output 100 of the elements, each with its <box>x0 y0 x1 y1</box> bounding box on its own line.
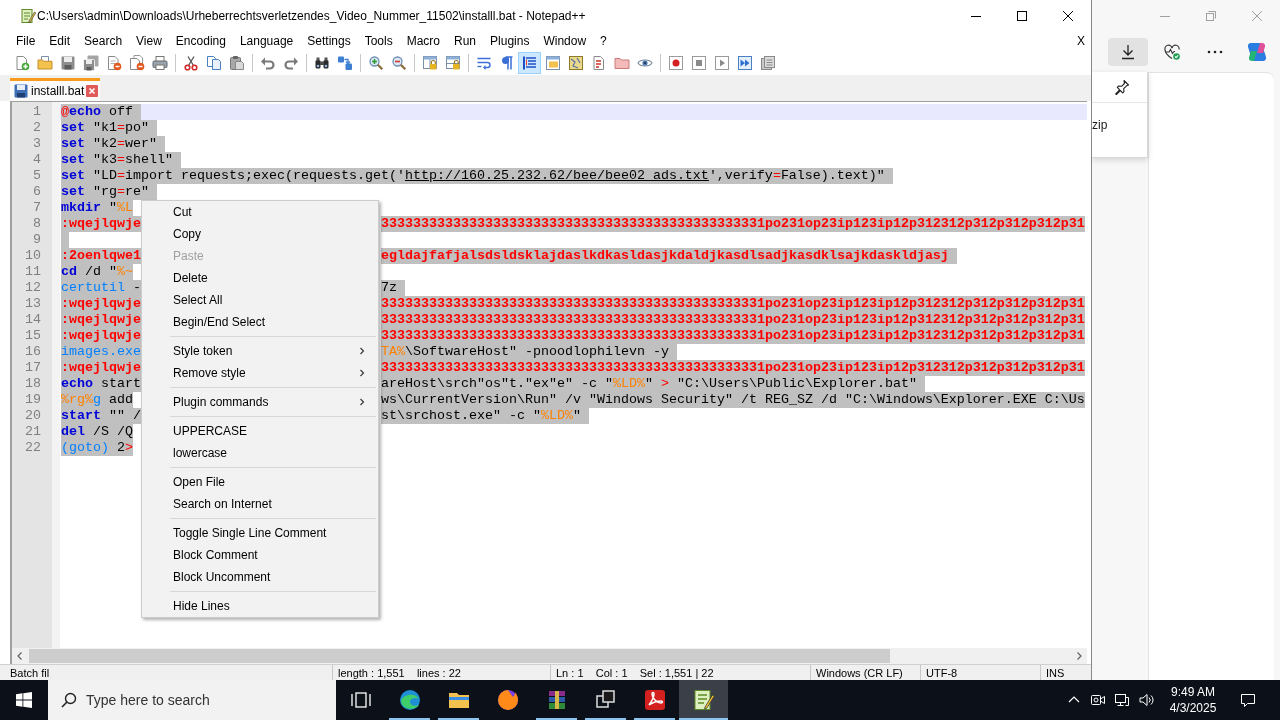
menu-item[interactable]: Style token <box>142 340 378 362</box>
menu-item[interactable]: Plugin commands <box>142 391 378 413</box>
redo-icon <box>282 55 299 71</box>
line-number: 22 <box>24 440 42 456</box>
running-indicator <box>389 718 430 720</box>
menu-item[interactable]: Delete <box>142 267 378 289</box>
line-number: 21 <box>24 424 42 440</box>
line-number: 2 <box>32 120 42 136</box>
notepad-icon <box>20 7 36 24</box>
menu-item[interactable]: Search on Internet <box>142 493 378 515</box>
taskbar-button[interactable] <box>679 680 728 720</box>
clock-time[interactable]: 9:49 AM <box>1171 684 1215 700</box>
record-icon <box>667 55 684 71</box>
menu-item[interactable]: Toggle Single Line Comment <box>142 522 378 544</box>
line-number: 10 <box>24 248 42 264</box>
line-number: 16 <box>24 344 42 360</box>
printer-icon <box>151 55 168 71</box>
menu-item[interactable]: lowercase <box>142 442 378 464</box>
menu-item[interactable]: Block Uncomment <box>142 566 378 588</box>
menu-item[interactable]: UPPERCASE <box>142 420 378 442</box>
windows-logo-icon[interactable] <box>16 692 32 708</box>
play-icon <box>713 55 730 71</box>
status-field: UTF-8 <box>926 665 958 680</box>
browser-icon <box>495 688 520 712</box>
undo-icon <box>259 55 276 71</box>
menu-item[interactable]: ? <box>593 31 614 51</box>
menu-item[interactable]: Cut <box>142 201 378 223</box>
folder-icon <box>613 55 630 71</box>
menu-item[interactable]: Encoding <box>168 31 233 51</box>
close-files-icon <box>128 55 145 71</box>
menu-item[interactable]: Edit <box>42 31 78 51</box>
restore-icon[interactable] <box>1206 11 1216 21</box>
line-number: 15 <box>24 328 42 344</box>
pdf-icon <box>642 688 667 712</box>
line-number: 14 <box>24 312 42 328</box>
download-icon <box>1120 44 1136 60</box>
wrap-text-icon <box>475 55 492 71</box>
download-button[interactable] <box>1108 38 1148 66</box>
menu-item[interactable]: Search <box>77 31 130 51</box>
close-document-button[interactable]: X <box>1077 31 1085 51</box>
menu-item[interactable]: Hide Lines <box>142 595 378 617</box>
menu-item[interactable]: Language <box>232 31 301 51</box>
menu-item[interactable]: Begin/End Select <box>142 311 378 333</box>
function-list-icon <box>590 55 607 71</box>
line-number: 4 <box>32 152 42 168</box>
menu-item[interactable]: Block Comment <box>142 544 378 566</box>
window-title: C:\Users\admin\Downloads\Urheberrechtsverletzendes_Video_Nummer_11502\installl.bat - Notepad++ <box>37 7 586 25</box>
menu-item[interactable]: Copy <box>142 223 378 245</box>
search-icon <box>61 692 77 708</box>
line-number: 5 <box>32 168 42 184</box>
maximize-icon[interactable] <box>1017 10 1027 21</box>
new-file-icon <box>13 55 30 71</box>
browser-icon <box>397 688 422 712</box>
menu-item[interactable]: View <box>129 31 169 51</box>
binoculars-icon <box>313 55 330 71</box>
menu-item[interactable]: Remove style <box>142 362 378 384</box>
menu-item[interactable]: Plugins <box>483 31 537 51</box>
copy-icon <box>205 55 222 71</box>
volume-icon[interactable] <box>1138 692 1154 708</box>
line-number: 19 <box>24 392 42 408</box>
menu-item[interactable]: Macro <box>399 31 447 51</box>
line-number: 8 <box>32 216 42 232</box>
menu-item[interactable]: Tools <box>357 31 400 51</box>
notification-icon[interactable] <box>1240 692 1256 708</box>
clock-date[interactable]: 4/3/2025 <box>1169 700 1217 716</box>
locked-window-icon <box>421 55 438 71</box>
status-field: length : 1,551 lines : 22 <box>338 665 461 680</box>
tab[interactable]: installl.bat <box>10 78 101 101</box>
running-indicator <box>438 718 479 720</box>
macro-list-icon <box>759 55 776 71</box>
line-number: 9 <box>32 232 42 248</box>
line-number: 20 <box>24 408 42 424</box>
video-camera-icon[interactable] <box>1090 692 1106 708</box>
close-icon[interactable] <box>1063 10 1073 21</box>
menu-item[interactable]: Window <box>536 31 594 51</box>
search-field[interactable]: Type here to search <box>48 680 336 720</box>
menu-item[interactable]: Select All <box>142 289 378 311</box>
heart-pulse-icon[interactable] <box>1164 44 1180 60</box>
pin-icon[interactable] <box>1114 79 1130 95</box>
running-indicator <box>634 718 675 720</box>
network-icon[interactable] <box>1114 692 1130 708</box>
menu-item[interactable]: Run <box>447 31 484 51</box>
file-name[interactable]: zip <box>1092 118 1108 132</box>
zoom-out-icon <box>390 55 407 71</box>
line-number: 6 <box>32 184 42 200</box>
menu-item[interactable]: Open File <box>142 471 378 493</box>
line-number: 17 <box>24 360 42 376</box>
menu-item[interactable]: Settings <box>300 31 358 51</box>
line-number: 18 <box>24 376 42 392</box>
menu-item[interactable]: File <box>9 31 43 51</box>
zoom-in-icon <box>367 55 384 71</box>
line-number: 13 <box>24 296 42 312</box>
replace-icon <box>336 55 353 71</box>
line-number: 11 <box>24 264 42 280</box>
app-logo-icon[interactable] <box>1245 40 1269 64</box>
scrollbar-thumb[interactable] <box>29 649 890 663</box>
running-indicator <box>679 718 728 720</box>
floppy-disks-icon <box>82 55 99 71</box>
panel-window-icon <box>544 55 561 71</box>
line-number: 12 <box>24 280 42 296</box>
